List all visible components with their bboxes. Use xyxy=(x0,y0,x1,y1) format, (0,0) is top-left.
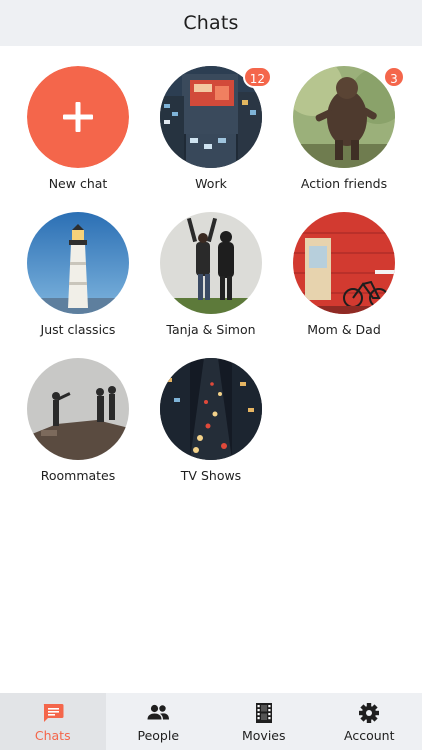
chat-bubble-icon xyxy=(43,704,64,722)
chat-avatar xyxy=(160,358,262,460)
page-title: Chats xyxy=(183,12,239,34)
unread-badge: 12 xyxy=(242,66,272,88)
chat-avatar xyxy=(27,358,129,460)
chat-tile-just-classics[interactable]: Just classics xyxy=(11,212,145,342)
new-chat-tile[interactable]: New chat xyxy=(11,66,145,196)
chat-avatar xyxy=(160,212,262,314)
tab-account[interactable]: Account xyxy=(317,693,422,750)
chat-label: Roommates xyxy=(40,468,116,483)
chat-tile-tv-shows[interactable]: TV Shows xyxy=(144,358,278,488)
chat-avatar xyxy=(293,66,395,168)
film-icon xyxy=(255,703,272,723)
chat-label: Action friends xyxy=(300,176,388,191)
chat-tile-mom-dad[interactable]: Mom & Dad xyxy=(277,212,411,342)
tab-label: Account xyxy=(344,728,395,743)
unread-badge: 3 xyxy=(383,66,405,88)
bottom-tab-bar: Chats People Movies Account xyxy=(0,693,422,750)
chat-avatar xyxy=(293,212,395,314)
chat-label: Mom & Dad xyxy=(307,322,381,337)
chat-label: Just classics xyxy=(40,322,116,337)
chat-label: Tanja & Simon xyxy=(166,322,256,337)
chat-label: New chat xyxy=(48,176,108,191)
tab-chats[interactable]: Chats xyxy=(0,693,106,750)
chat-label: Work xyxy=(195,176,227,191)
chat-avatar xyxy=(27,212,129,314)
gear-icon xyxy=(359,703,380,723)
tab-movies[interactable]: Movies xyxy=(211,693,317,750)
tab-label: Movies xyxy=(241,728,286,743)
chat-tile-roommates[interactable]: Roommates xyxy=(11,358,145,488)
tab-label: Chats xyxy=(34,728,71,743)
people-icon xyxy=(147,704,170,720)
chat-label: TV Shows xyxy=(180,468,242,483)
chat-tile-work[interactable]: 12 Work xyxy=(144,66,278,196)
tab-people[interactable]: People xyxy=(106,693,212,750)
plus-icon[interactable] xyxy=(27,66,129,168)
chat-tile-action-friends[interactable]: 3 Action friends xyxy=(277,66,411,196)
tab-label: People xyxy=(137,728,180,743)
chat-tile-tanja-simon[interactable]: Tanja & Simon xyxy=(144,212,278,342)
top-bar: Chats xyxy=(0,0,422,46)
